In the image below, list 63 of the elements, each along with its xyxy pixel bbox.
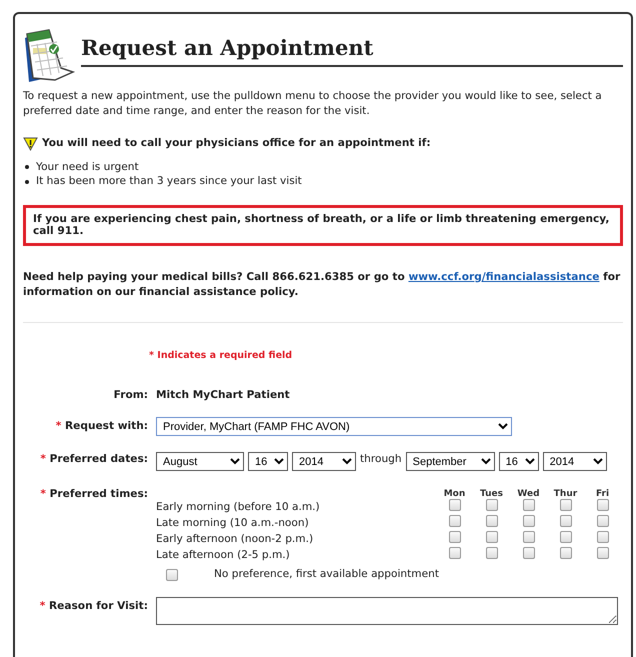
required-mark: * [40,600,46,612]
warning-heading: You will need to call your physicians office for an appointment if: [42,136,431,151]
list-item: Your need is urgent [36,160,139,174]
day-checkbox[interactable] [522,530,534,543]
no-preference-checkbox[interactable] [166,569,178,582]
day-checkbox[interactable] [448,498,460,511]
day-checkbox[interactable] [522,498,534,511]
day-heading: Tues [480,489,504,500]
day-checkbox[interactable] [486,514,498,527]
day-checkbox[interactable] [522,546,534,559]
field-label: Reason for Visit: [49,600,148,612]
field-label: Request with: [65,420,148,432]
day-heading: Fri [596,489,610,500]
field-label: Preferred times: [50,488,148,500]
day-checkbox[interactable] [560,498,572,511]
required-note: Indicates a required field [157,350,292,362]
time-range-label: Late morning (10 a.m.-noon) [156,516,310,531]
date-dropdown[interactable]: September [406,452,495,472]
emergency-notice: If you are experiencing chest pain, shortness of breath, or a life or limb threatening emergency, call 911. [23,205,623,246]
day-heading: Thur [554,489,578,500]
day-checkbox[interactable] [522,514,534,527]
day-checkbox[interactable] [560,530,572,543]
bullet-icon [25,165,29,170]
day-checkbox[interactable] [486,546,498,559]
day-checkbox[interactable] [486,498,498,511]
provider-dropdown[interactable]: Provider, MyChart (FAMP FHC AVON) [156,417,512,436]
day-checkbox[interactable] [448,514,460,527]
date-dropdown[interactable]: 16 [498,452,539,472]
intro-text: To request a new appointment, use the pulldown menu to choose the provider you would like to see, select a preferred date and time range, and enter the reason for the visit. [23,89,603,120]
date-dropdown[interactable]: August [156,452,244,472]
field-label: From: [114,388,148,401]
no-preference-label: No preference, first available appointment [214,567,440,582]
time-range-label: Early afternoon (noon-2 p.m.) [156,532,314,547]
date-dropdown[interactable]: 2014 [292,452,356,472]
warning-icon [23,136,38,151]
reason-field[interactable] [156,597,618,626]
financial-help-text: Need help paying your medical bills? Call 866.621.6385 or go to www.ccf.org/financialassistance for information on our financial assistance policy. [23,270,622,300]
through-label: through [360,452,402,468]
day-checkbox[interactable] [486,530,498,543]
day-checkbox[interactable] [448,530,460,543]
day-checkbox[interactable] [596,514,608,527]
day-checkbox[interactable] [448,546,460,559]
day-checkbox[interactable] [560,514,572,527]
day-checkbox[interactable] [596,498,608,511]
day-checkbox[interactable] [560,546,572,559]
date-dropdown[interactable]: 2014 [542,452,607,472]
required-mark: * [149,350,154,362]
bullet-icon [25,180,29,184]
sender-name: Mitch MyChart Patient [156,388,290,401]
time-range-label: Early morning (before 10 a.m.) [156,500,321,515]
page-title: Request an Appointment [81,35,374,60]
day-checkbox[interactable] [596,546,608,559]
list-item: It has been more than 3 years since your last visit [36,174,302,190]
required-mark: * [40,488,46,500]
financial-assistance-link[interactable]: www.ccf.org/financialassistance [408,270,600,283]
date-dropdown[interactable]: 16 [248,452,288,472]
required-mark: * [56,420,62,432]
day-heading: Wed [517,489,540,500]
time-range-label: Late afternoon (2-5 p.m.) [156,548,291,563]
field-label: Preferred dates: [50,453,148,466]
day-checkbox[interactable] [596,530,608,543]
required-mark: * [40,453,46,466]
day-heading: Mon [444,489,466,500]
